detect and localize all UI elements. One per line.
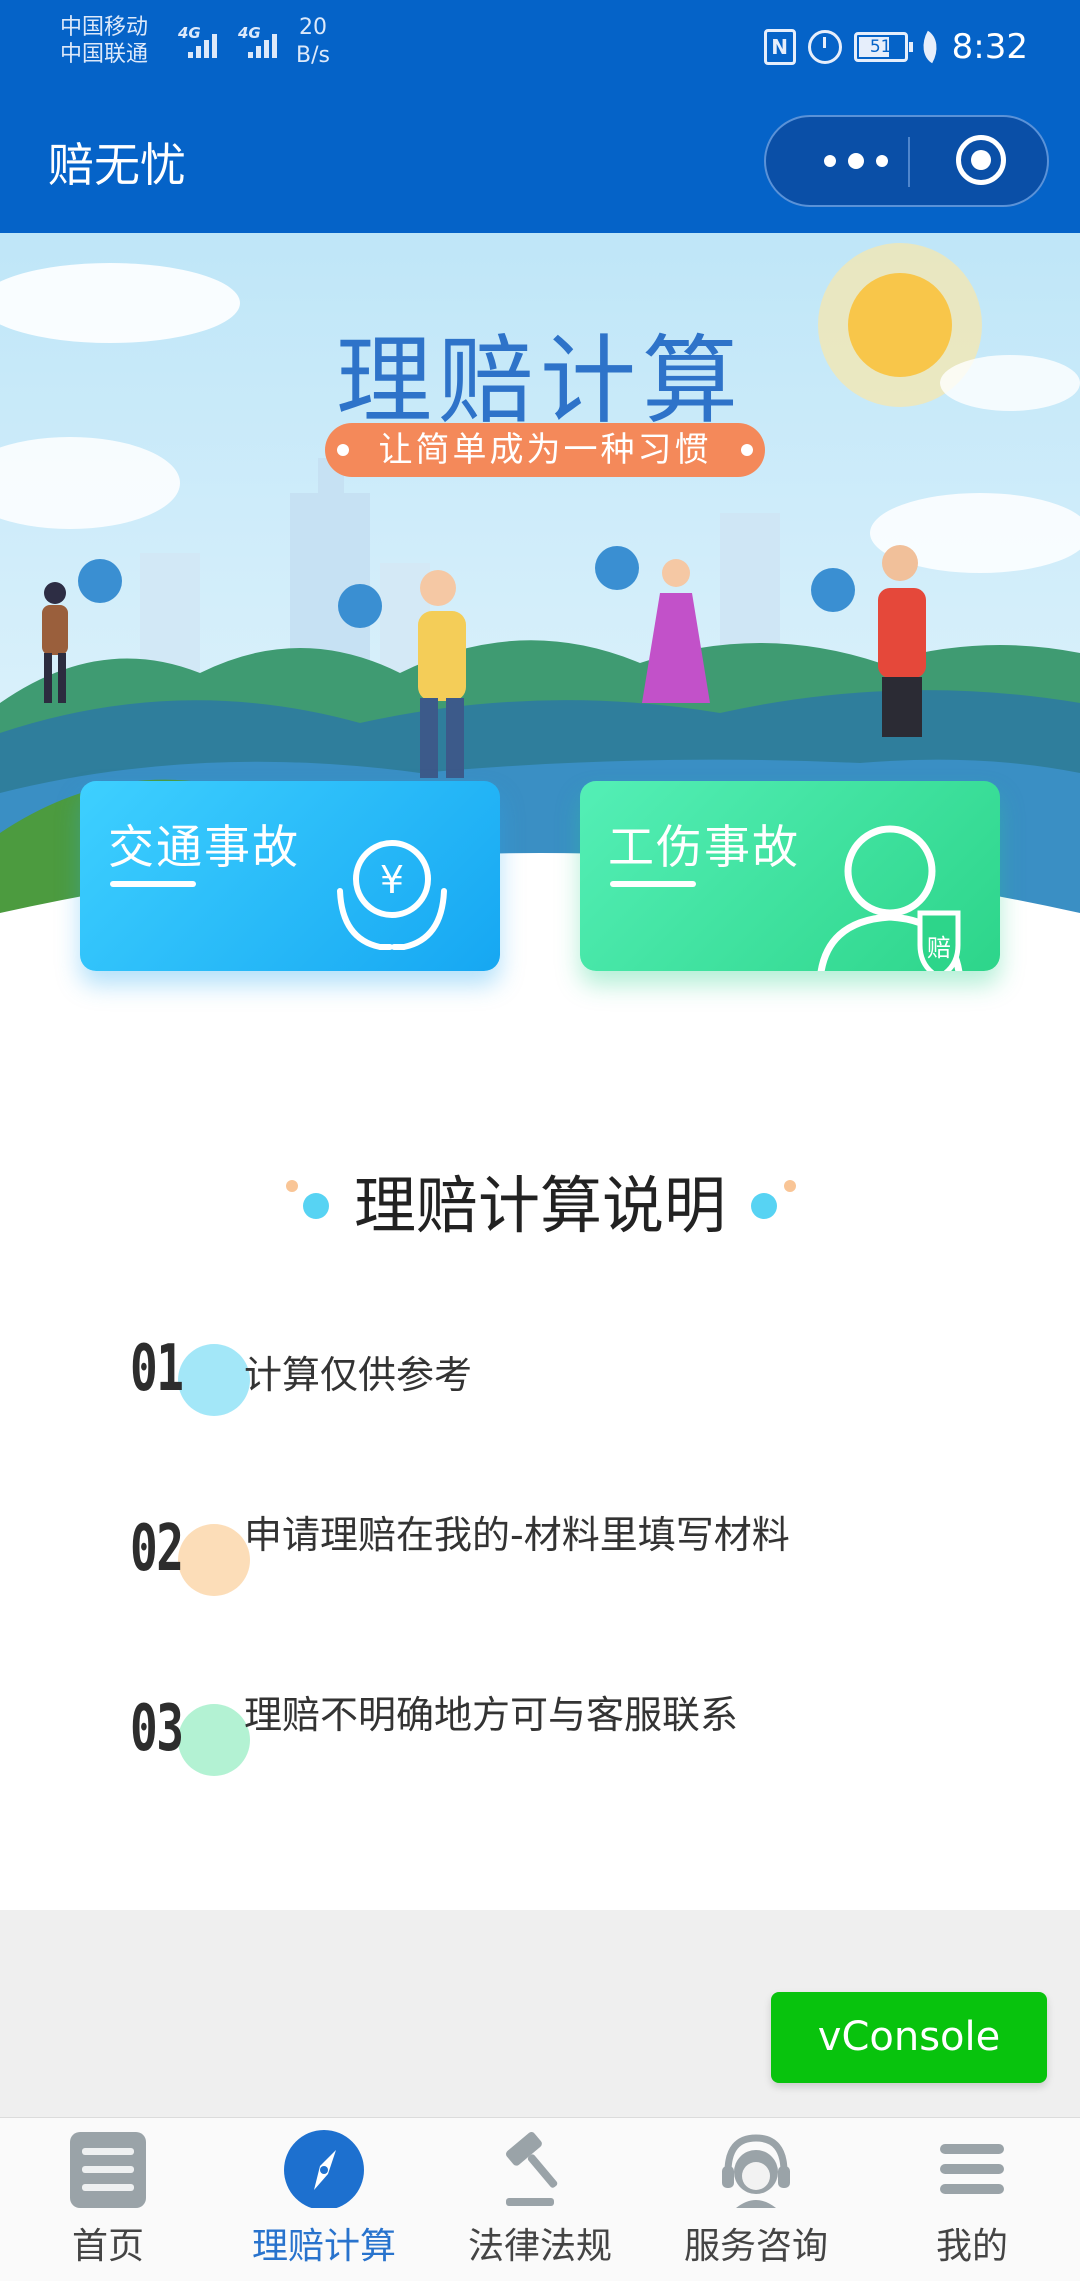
- step-text: 理赔不明确地方可与客服联系: [244, 1693, 739, 1737]
- step-number-badge: 03: [130, 1690, 250, 1780]
- menu-lines-icon: [940, 2144, 1004, 2194]
- speed-value: 20: [298, 15, 327, 40]
- speed-unit: B/s: [296, 43, 330, 68]
- tab-label: 首页: [71, 2226, 144, 2267]
- more-dots-icon[interactable]: [806, 117, 906, 205]
- yen-coin-hands-icon: ¥: [337, 840, 447, 950]
- capsule-divider: [908, 137, 910, 187]
- banner-slogan: 让简单成为一种习惯: [325, 423, 765, 477]
- step-text: 申请理赔在我的-材料里填写材料: [244, 1513, 790, 1557]
- network-type-1: 4G: [178, 24, 201, 42]
- network-speed: 20 B/s: [296, 14, 330, 70]
- card-underline: [110, 881, 196, 887]
- home-list-icon: [70, 2132, 146, 2208]
- miniprogram-capsule: [764, 115, 1049, 207]
- headset-agent-icon: [722, 2134, 790, 2208]
- work-injury-label: 工伤事故: [608, 820, 800, 874]
- tab-label: 法律法规: [467, 2226, 612, 2267]
- person-claim-badge-icon: 赔: [817, 825, 963, 971]
- compass-icon: [284, 2130, 364, 2208]
- tab-label: 我的: [935, 2226, 1008, 2267]
- carrier-1: 中国移动: [60, 15, 149, 40]
- battery-icon: 51: [853, 32, 913, 62]
- gavel-icon: [505, 2132, 558, 2206]
- status-icons: N 51 8:32: [763, 22, 1028, 72]
- status-bar: 中国移动 中国联通 4G 4G 20 B/s N 51 8:32: [0, 0, 1080, 92]
- vconsole-button[interactable]: vConsole: [771, 1992, 1047, 2083]
- instruction-step: 02 申请理赔在我的-材料里填写材料: [130, 1510, 980, 1600]
- tab-label: 服务咨询: [683, 2226, 828, 2267]
- carrier-2: 中国联通: [60, 42, 149, 67]
- app-title: 赔无忧: [48, 138, 186, 192]
- step-number-badge: 01: [130, 1330, 250, 1420]
- traffic-accident-label: 交通事故: [108, 820, 300, 874]
- claim-badge-text: 赔: [927, 934, 951, 962]
- step-number: 03: [130, 1692, 184, 1766]
- battery-level: 51: [869, 37, 892, 57]
- hero-banner: 理赔计算 让简单成为一种习惯 交通事故 ¥ 工伤事故 赔: [0, 233, 1080, 1023]
- tab-label: 理赔计算: [251, 2226, 396, 2267]
- traffic-accident-card[interactable]: 交通事故 ¥: [80, 781, 500, 971]
- carrier-names: 中国移动 中国联通: [60, 14, 148, 68]
- decor-dot: [784, 1180, 796, 1192]
- step-badge-blob: [178, 1704, 250, 1776]
- svg-text:¥: ¥: [380, 858, 404, 902]
- card-underline: [610, 881, 696, 887]
- tab-home[interactable]: 首页: [0, 2118, 216, 2281]
- app-header: 中国移动 中国联通 4G 4G 20 B/s N 51 8:32 赔无忧: [0, 0, 1080, 233]
- instruction-step: 03 理赔不明确地方可与客服联系: [130, 1690, 980, 1780]
- banner-title: 理赔计算: [336, 325, 744, 437]
- step-badge-blob: [178, 1524, 250, 1596]
- network-type-2: 4G: [238, 24, 261, 42]
- nfc-icon: N: [763, 29, 796, 65]
- alarm-icon: [807, 30, 842, 64]
- power-saving-leaf-icon: [914, 30, 945, 64]
- clock: 8:32: [951, 27, 1028, 67]
- tab-service-consult[interactable]: 服务咨询: [648, 2118, 864, 2281]
- target-circle-icon[interactable]: [956, 135, 1006, 185]
- step-badge-blob: [178, 1344, 250, 1416]
- tab-mine[interactable]: 我的: [864, 2118, 1080, 2281]
- step-number: 01: [130, 1332, 184, 1406]
- bottom-tab-bar: 首页 理赔计算 法律法规 服务咨询 我的: [0, 2117, 1080, 2281]
- tab-laws[interactable]: 法律法规: [432, 2118, 648, 2281]
- section-title: 理赔计算说明: [353, 1169, 726, 1242]
- step-number: 02: [130, 1512, 184, 1586]
- work-injury-card[interactable]: 工伤事故 赔: [580, 781, 1000, 971]
- step-number-badge: 02: [130, 1510, 250, 1600]
- decor-dot: [751, 1193, 777, 1219]
- tab-claim-calculation[interactable]: 理赔计算: [216, 2118, 432, 2281]
- step-text: 计算仅供参考: [244, 1353, 473, 1397]
- instruction-step: 01 计算仅供参考: [130, 1330, 980, 1420]
